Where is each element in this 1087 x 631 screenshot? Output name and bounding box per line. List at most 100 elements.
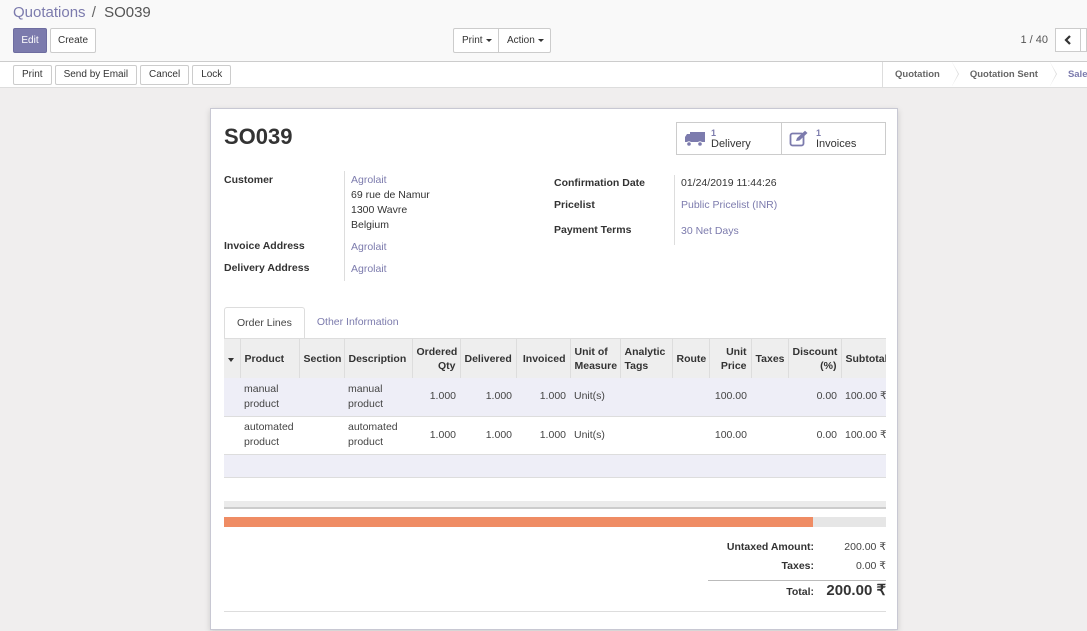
form-sheet: SO039 1 Delivery 1 Invoices Customer Agr… <box>210 108 898 630</box>
tab-other-information[interactable]: Other Information <box>305 307 411 339</box>
breadcrumb-current: SO039 <box>104 4 151 21</box>
stage-quotation-sent[interactable]: Quotation Sent <box>952 62 1058 87</box>
cancel-button[interactable]: Cancel <box>140 65 190 85</box>
order-lines-table-wrapper: Product Section Description Ordered Qty … <box>224 338 886 478</box>
print-dropdown-button[interactable]: Print <box>453 28 499 53</box>
print-button[interactable]: Print <box>13 65 52 85</box>
cell-subtotal: 100.00 ₹ <box>841 378 886 417</box>
breadcrumb-quotations-link[interactable]: Quotations <box>13 4 86 21</box>
pager-next-button[interactable] <box>1081 28 1087 52</box>
column-header-route[interactable]: Route <box>672 339 710 378</box>
smart-buttons: 1 Delivery 1 Invoices <box>676 122 886 155</box>
invoice-address-label: Invoice Address <box>224 240 305 252</box>
total-label: Total: <box>786 586 814 598</box>
order-lines-table: Product Section Description Ordered Qty … <box>224 339 886 478</box>
divider <box>224 611 886 612</box>
total-value: 200.00 ₹ <box>826 582 886 599</box>
divider <box>344 171 345 281</box>
column-header-subtotal[interactable]: Subtotal <box>841 339 886 378</box>
cell-description: automated product <box>344 416 412 455</box>
horizontal-scrollbar[interactable] <box>224 517 886 527</box>
pricelist-label: Pricelist <box>554 199 595 211</box>
tab-order-lines[interactable]: Order Lines <box>224 307 305 339</box>
divider <box>674 175 675 245</box>
total-row: Total: 200.00 ₹ <box>708 582 886 603</box>
breadcrumb-separator: / <box>91 4 96 21</box>
payment-terms-link[interactable]: 30 Net Days <box>681 224 739 239</box>
column-header-ordered-qty[interactable]: Ordered Qty <box>412 339 461 378</box>
delivery-count: 1 <box>711 128 717 138</box>
cell-uom: Unit(s) <box>570 378 620 417</box>
taxes-label: Taxes: <box>781 560 815 572</box>
column-header-unit-of-measure[interactable]: Unit of Measure <box>570 339 621 378</box>
edit-button[interactable]: Edit <box>13 28 47 53</box>
column-header-section[interactable]: Section <box>299 339 345 378</box>
horizontal-scrollbar-thumb[interactable] <box>224 517 814 527</box>
row-handle <box>224 416 240 455</box>
delivery-address-link[interactable]: Agrolait <box>351 262 387 277</box>
cell-taxes <box>751 416 788 455</box>
table-row[interactable]: automated product automated product 1.00… <box>224 416 886 455</box>
pager-previous-button[interactable] <box>1055 28 1081 52</box>
column-header-discount[interactable]: Discount (%) <box>788 339 842 378</box>
control-panel: Quotations / SO039 Edit Create Print Act… <box>0 0 1087 62</box>
stage-quotation[interactable]: Quotation <box>883 62 959 87</box>
untaxed-amount-value: 200.00 ₹ <box>844 541 886 553</box>
table-footer <box>224 501 886 509</box>
cell-invoiced: 1.000 <box>516 378 570 417</box>
column-header-delivered[interactable]: Delivered <box>460 339 517 378</box>
cell-section <box>299 378 344 417</box>
cell-product: automated product <box>240 416 299 455</box>
cell-delivered: 1.000 <box>460 378 516 417</box>
invoices-label: Invoices <box>816 138 857 150</box>
caret-down-icon <box>537 38 544 42</box>
cell-taxes <box>751 378 788 417</box>
column-header-product[interactable]: Product <box>240 339 300 378</box>
customer-address-country: Belgium <box>351 219 389 231</box>
column-header-description[interactable]: Description <box>344 339 413 378</box>
invoice-address-link[interactable]: Agrolait <box>351 240 387 255</box>
cell-analytic-tags <box>620 416 672 455</box>
column-header-invoiced[interactable]: Invoiced <box>516 339 571 378</box>
print-dropdown-label: Print <box>462 35 483 46</box>
empty-cell <box>224 454 886 478</box>
column-options-toggle[interactable] <box>224 339 241 378</box>
payment-terms-label: Payment Terms <box>554 224 632 236</box>
customer-address-city: 1300 Wavre <box>351 204 408 216</box>
status-buttons: Print Send by Email Cancel Lock <box>13 65 232 85</box>
pricelist-link[interactable]: Public Pricelist (INR) <box>681 198 777 213</box>
action-dropdown-button[interactable]: Action <box>499 28 551 53</box>
cell-ordered-qty: 1.000 <box>412 416 460 455</box>
pager-value[interactable]: 1 / 40 <box>1020 34 1048 46</box>
customer-link[interactable]: Agrolait <box>351 173 387 188</box>
invoices-stat: 1 Invoices <box>816 128 857 150</box>
cell-uom: Unit(s) <box>570 416 620 455</box>
untaxed-amount-label: Untaxed Amount: <box>726 541 814 553</box>
cell-discount: 0.00 <box>788 416 841 455</box>
chevron-left-icon <box>1064 35 1071 45</box>
confirmation-date-value: 01/24/2019 11:44:26 <box>681 177 777 189</box>
delivery-address-label: Delivery Address <box>224 262 310 274</box>
taxes-row: Taxes: 0.00 ₹ <box>708 560 887 579</box>
table-row[interactable]: manual product manual product 1.000 1.00… <box>224 378 886 417</box>
cell-route <box>672 416 709 455</box>
record-title: SO039 <box>224 124 293 149</box>
edit-icon <box>789 130 811 148</box>
table-empty-row <box>224 454 886 478</box>
create-button[interactable]: Create <box>50 28 96 53</box>
caret-down-icon <box>228 357 234 362</box>
table-header-row: Product Section Description Ordered Qty … <box>224 339 886 378</box>
invoices-smart-button[interactable]: 1 Invoices <box>781 123 885 154</box>
column-header-unit-price[interactable]: Unit Price <box>709 339 752 378</box>
send-by-email-button[interactable]: Send by Email <box>54 65 138 85</box>
cell-unit-price: 100.00 <box>709 416 751 455</box>
column-header-taxes[interactable]: Taxes <box>751 339 789 378</box>
column-header-analytic-tags[interactable]: Analytic Tags <box>620 339 673 378</box>
notebook-tabs: Order Lines Other Information <box>224 307 411 339</box>
delivery-label: Delivery <box>711 138 751 150</box>
statusbar: Print Send by Email Cancel Lock Quotatio… <box>0 62 1087 88</box>
lock-button[interactable]: Lock <box>192 65 232 85</box>
delivery-smart-button[interactable]: 1 Delivery <box>677 123 781 154</box>
cell-discount: 0.00 <box>788 378 841 417</box>
invoices-count: 1 <box>816 128 822 138</box>
